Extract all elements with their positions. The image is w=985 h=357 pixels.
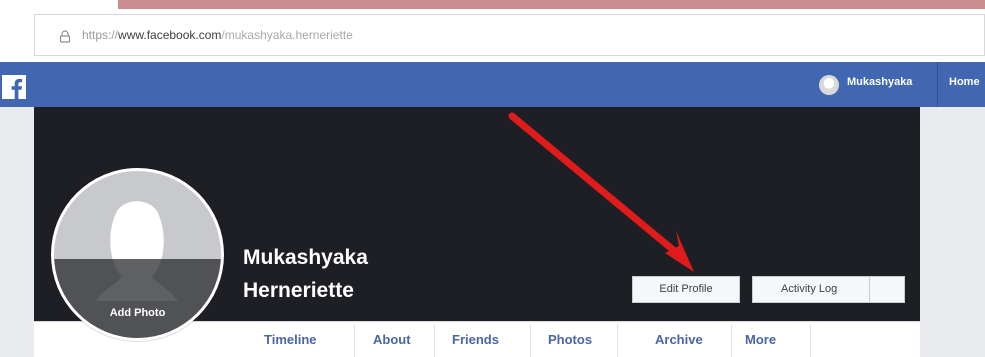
user-name-link[interactable]: Mukashyaka — [847, 76, 912, 88]
tab-separator — [731, 324, 732, 357]
tab-separator — [617, 324, 618, 357]
url-path: /mukashyaka.herneriette — [221, 28, 353, 42]
user-avatar[interactable] — [819, 75, 839, 95]
address-bar[interactable]: https://www.facebook.com/mukashyaka.hern… — [34, 14, 985, 56]
tab-separator — [354, 324, 355, 357]
tab-separator — [530, 324, 531, 357]
tab-photos[interactable]: Photos — [548, 332, 592, 347]
tab-about[interactable]: About — [373, 332, 411, 347]
home-link[interactable]: Home — [949, 76, 980, 88]
lock-icon — [59, 30, 71, 43]
nav-divider — [937, 62, 938, 107]
tab-separator — [434, 324, 435, 357]
activity-log-label: Activity Log — [781, 283, 838, 295]
url-domain: www.facebook.com — [118, 28, 222, 42]
tab-more[interactable]: More — [745, 332, 776, 347]
edit-profile-button[interactable]: Edit Profile — [632, 276, 740, 303]
url-protocol: https:// — [82, 28, 119, 42]
profile-picture[interactable]: Add Photo — [51, 168, 224, 341]
add-photo-label[interactable]: Add Photo — [51, 307, 224, 319]
facebook-top-bar: Mukashyaka Home — [0, 62, 985, 107]
tab-separator — [810, 324, 811, 357]
add-photo-overlay[interactable] — [54, 259, 221, 338]
facebook-logo-icon[interactable] — [2, 75, 26, 99]
tab-friends[interactable]: Friends — [452, 332, 499, 347]
profile-name-line-2: Herneriette — [243, 279, 354, 302]
activity-log-divider — [869, 277, 870, 302]
tab-archive[interactable]: Archive — [655, 332, 703, 347]
tab-timeline[interactable]: Timeline — [264, 332, 317, 347]
address-url[interactable]: https://www.facebook.com/mukashyaka.hern… — [82, 27, 353, 43]
profile-name-line-1: Mukashyaka — [243, 246, 368, 269]
browser-top-accent — [118, 0, 985, 9]
activity-log-button[interactable]: Activity Log — [752, 276, 905, 303]
screenshot-stage: https://www.facebook.com/mukashyaka.hern… — [0, 0, 985, 357]
